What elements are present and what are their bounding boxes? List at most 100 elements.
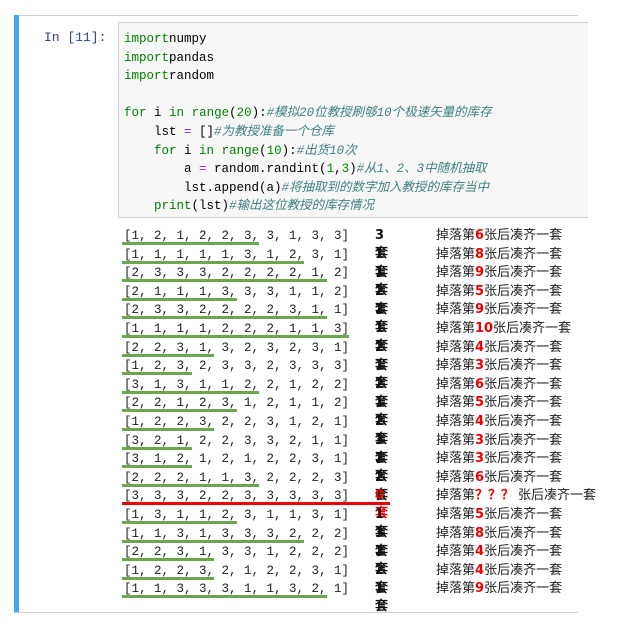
code-token: , <box>334 162 342 177</box>
fail-underline <box>122 502 390 506</box>
code-token: (lst) <box>191 199 230 214</box>
desc-suffix: 张后凑齐一套 <box>493 320 572 336</box>
drop-underline <box>122 576 214 580</box>
code-token: random <box>169 69 215 84</box>
desc-suffix: 张后凑齐一套 <box>484 525 563 541</box>
code-token: ): <box>251 106 267 121</box>
desc-prefix: 掉落第 <box>436 376 476 392</box>
code-token: import <box>124 50 170 65</box>
drop-underline <box>122 409 237 413</box>
drop-description: 掉落第4张后凑齐一套 <box>436 339 562 357</box>
drop-description: 掉落第5张后凑齐一套 <box>436 506 562 524</box>
desc-prefix: 掉落第 <box>436 562 476 578</box>
drop-number: 10 <box>475 320 494 336</box>
drop-number: 3 <box>475 451 485 467</box>
drop-number: 5 <box>475 395 485 411</box>
drop-description: 掉落第4张后凑齐一套 <box>436 562 562 580</box>
code-token: ): <box>281 143 297 158</box>
code-token: = <box>184 124 192 139</box>
drop-description: 掉落第6张后凑齐一套 <box>436 376 562 394</box>
code-token: #从1、2、3中随机抽取 <box>356 162 487 177</box>
drop-number: 4 <box>475 413 485 429</box>
desc-prefix: 掉落第 <box>436 581 476 597</box>
code-token: #将抽取到的数字加入教授的库存当中 <box>281 180 490 195</box>
code-line: for i in range(20):#模拟20位教授刷够10个极速矢量的库存 <box>124 104 492 123</box>
drop-underline <box>122 539 304 543</box>
drop-description: 掉落第9张后凑齐一套 <box>436 301 562 319</box>
drop-underline <box>122 465 192 469</box>
code-line: lst = []#为教授准备一个仓库 <box>124 123 492 142</box>
drop-number: 9 <box>475 265 485 281</box>
drop-underline <box>122 353 214 357</box>
desc-prefix: 掉落第 <box>436 358 476 374</box>
desc-suffix: 张后凑齐一套 <box>484 283 563 299</box>
drop-number: 6 <box>475 376 485 392</box>
desc-prefix: 掉落第 <box>436 302 476 318</box>
desc-suffix: 张后凑齐一套 <box>484 265 563 281</box>
code-token: #输出这位教授的库存情况 <box>229 199 375 214</box>
desc-suffix: 张后凑齐一套 <box>484 228 563 243</box>
drop-number: 6 <box>475 228 485 243</box>
drop-number: 9 <box>475 581 485 597</box>
drop-number: ？？？ <box>475 488 515 504</box>
desc-suffix: 张后凑齐一套 <box>484 432 563 448</box>
desc-suffix: 张后凑齐一套 <box>484 544 563 560</box>
desc-prefix: 掉落第 <box>436 265 476 281</box>
desc-suffix: 张后凑齐一套 <box>484 358 563 374</box>
drop-underline <box>122 297 237 301</box>
drop-description: 掉落第8张后凑齐一套 <box>436 525 562 543</box>
drop-underline <box>122 483 259 487</box>
code-token: ( <box>259 143 267 158</box>
drop-underline <box>122 558 214 562</box>
drop-underline <box>122 372 192 376</box>
code-token: for <box>154 143 177 158</box>
code-line: importpandas <box>124 49 492 68</box>
code-token: 20 <box>236 106 252 121</box>
desc-prefix: 掉落第 <box>436 228 476 243</box>
desc-suffix: 张后凑齐一套 <box>484 302 563 318</box>
desc-suffix: 张后凑齐一套 <box>484 506 563 522</box>
input-prompt: In [11]: <box>44 30 107 45</box>
desc-suffix: 张后凑齐一套 <box>484 376 563 392</box>
drop-description: 掉落第3张后凑齐一套 <box>436 450 562 468</box>
code-line: lst.append(a)#将抽取到的数字加入教授的库存当中 <box>124 179 492 198</box>
desc-prefix: 掉落第 <box>436 469 476 485</box>
drop-number: 3 <box>475 432 485 448</box>
desc-prefix: 掉落第 <box>436 246 476 262</box>
desc-suffix: 张后凑齐一套 <box>484 395 563 411</box>
code-token: 10 <box>266 143 282 158</box>
drop-number: 4 <box>475 562 485 578</box>
drop-description: 掉落第5张后凑齐一套 <box>436 394 562 412</box>
code-token: numpy <box>169 32 207 46</box>
desc-suffix: 张后凑齐一套 <box>484 562 563 578</box>
code-line: a = random.randint(1,3)#从1、2、3中随机抽取 <box>124 160 492 179</box>
code-token: pandas <box>169 50 215 65</box>
desc-suffix: 张后凑齐一套 <box>484 246 563 262</box>
drop-underline <box>122 260 304 264</box>
desc-prefix: 掉落第 <box>436 451 476 467</box>
desc-suffix: 张后凑齐一套 <box>484 413 563 429</box>
desc-suffix: 张后凑齐一套 <box>484 339 563 355</box>
selected-cell-indicator <box>14 15 19 613</box>
desc-prefix: 掉落第 <box>436 320 476 336</box>
code-token: import <box>124 32 170 46</box>
code-line: importrandom <box>124 67 492 86</box>
code-token: for <box>124 106 147 121</box>
desc-prefix: 掉落第 <box>436 283 476 299</box>
drop-underline <box>122 520 237 524</box>
drop-underline <box>122 334 349 338</box>
code-line: for i in range(10):#出货10次 <box>124 142 492 161</box>
code-token: #出货10次 <box>296 143 357 158</box>
code-line: importnumpy <box>124 30 492 49</box>
drop-number: 5 <box>475 283 485 299</box>
code-text[interactable]: importnumpy importpandas importrandom for i… <box>124 30 492 216</box>
drop-number: 9 <box>475 302 485 318</box>
desc-prefix: 掉落第 <box>436 488 476 504</box>
code-token: print <box>154 199 192 214</box>
desc-suffix: 张后凑齐一套 <box>484 581 563 597</box>
code-token: range <box>221 143 260 158</box>
code-token: a <box>124 162 200 177</box>
